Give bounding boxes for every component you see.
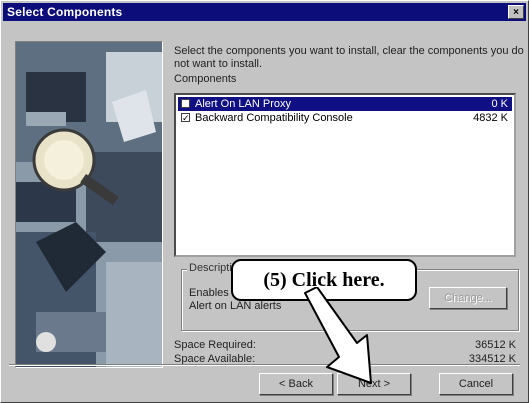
wizard-artwork-icon: [16, 42, 162, 367]
window-title: Select Components: [7, 5, 123, 19]
checkbox-unchecked-icon[interactable]: [181, 99, 190, 108]
setup-illustration: [15, 41, 163, 368]
change-button[interactable]: Change...: [429, 287, 507, 309]
component-size: 4832 K: [473, 112, 508, 124]
select-components-dialog: Select Components × Select the component…: [0, 0, 529, 403]
separator: [9, 364, 520, 366]
checkbox-checked-icon[interactable]: ✓: [181, 113, 190, 123]
component-size: 0 K: [491, 98, 508, 110]
component-name: Backward Compatibility Console: [195, 112, 353, 124]
space-required-label: Space Required:: [174, 339, 256, 351]
close-icon[interactable]: ×: [508, 5, 524, 19]
component-name: Alert On LAN Proxy: [195, 98, 291, 110]
pointer-arrow-icon: [304, 287, 372, 384]
components-label: Components: [174, 73, 237, 85]
list-item-alert-on-lan-proxy[interactable]: Alert On LAN Proxy 0 K: [178, 97, 512, 111]
title-bar[interactable]: Select Components ×: [3, 3, 526, 21]
cancel-button[interactable]: Cancel: [439, 373, 513, 395]
components-list[interactable]: Alert On LAN Proxy 0 K ✓ Backward Compat…: [174, 93, 516, 257]
space-required-value: 36512 K: [475, 339, 516, 351]
instruction-text: Select the components you want to instal…: [174, 45, 524, 70]
list-item-backward-compatibility-console[interactable]: ✓ Backward Compatibility Console 4832 K: [178, 111, 512, 125]
